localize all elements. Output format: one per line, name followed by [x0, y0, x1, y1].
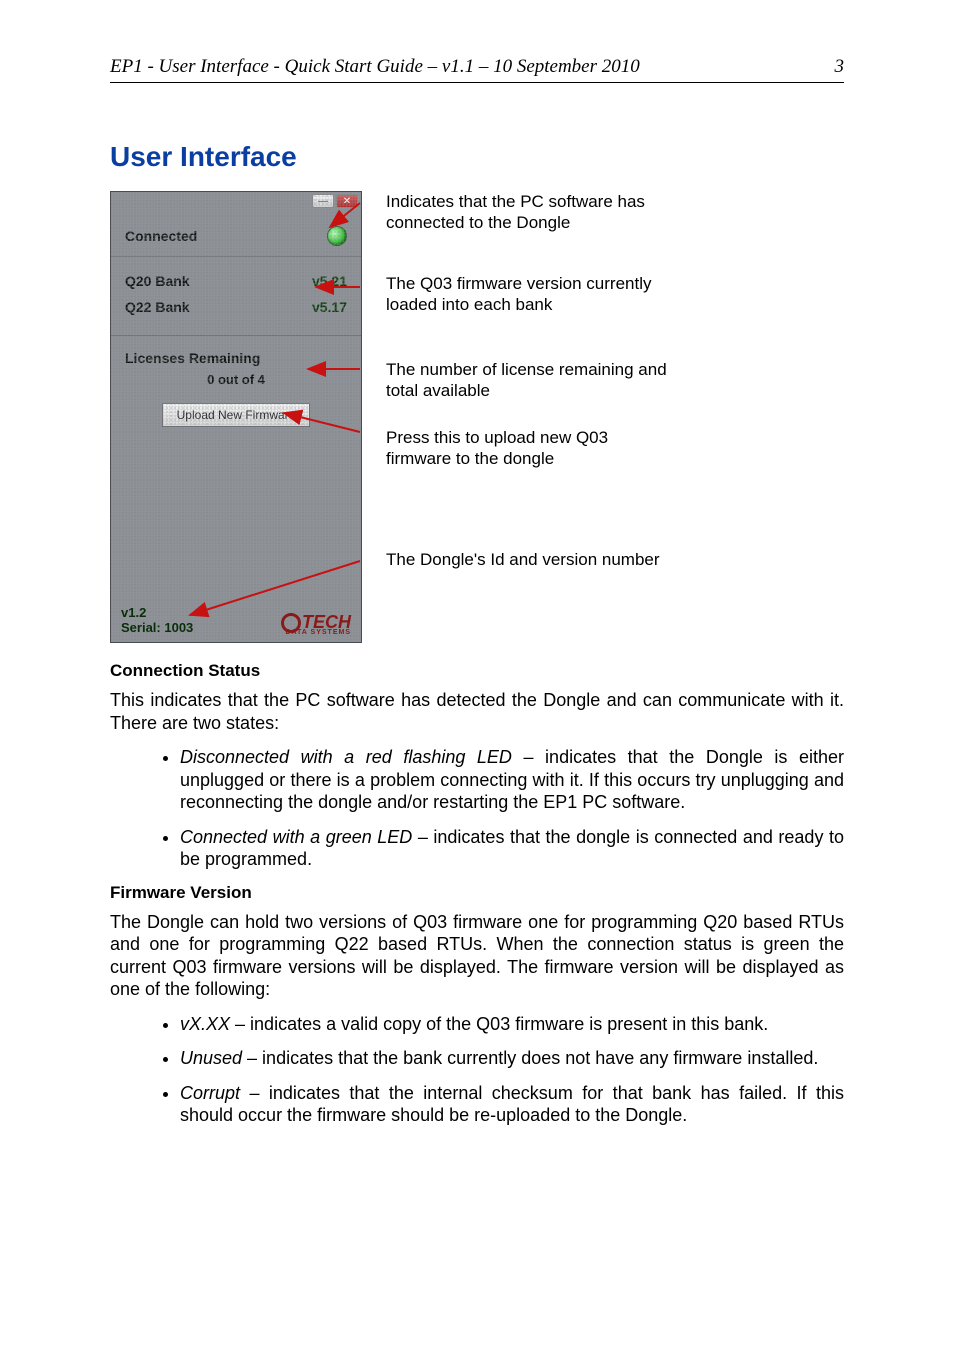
list-item-lead: vX.XX: [180, 1014, 230, 1034]
callout-connected: Indicates that the PC software has conne…: [386, 191, 676, 234]
list-item-lead: Corrupt: [180, 1083, 240, 1103]
logo-subtext: DATA SYSTEMS: [281, 629, 351, 636]
callout-upload: Press this to upload new Q03 firmware to…: [386, 427, 676, 470]
callout-version: The Q03 firmware version currently loade…: [386, 273, 676, 316]
header-left: EP1 - User Interface - Quick Start Guide…: [110, 56, 640, 78]
page-header: EP1 - User Interface - Quick Start Guide…: [110, 56, 844, 83]
ui-diagram: — ✕ Connected Q20 Bank v5.21 Q22 Bank v5…: [110, 191, 844, 643]
licenses-title: Licenses Remaining: [111, 336, 361, 372]
connection-status-row: Connected: [111, 210, 361, 257]
dongle-footer: v1.2 Serial: 1003: [121, 605, 193, 636]
section-title-firmware: Firmware Version: [110, 883, 844, 903]
list-item-rest: – indicates that the internal checksum f…: [180, 1083, 844, 1126]
callout-arrows: [360, 191, 390, 643]
window-titlebar: — ✕: [111, 192, 361, 210]
callout-footer: The Dongle's Id and version number: [386, 549, 660, 570]
bank-name: Q20 Bank: [125, 273, 190, 289]
bank-section: Q20 Bank v5.21 Q22 Bank v5.17: [111, 257, 361, 336]
page-title: User Interface: [110, 141, 844, 173]
dongle-version: v1.2: [121, 605, 146, 620]
list-item: Disconnected with a red flashing LED – i…: [180, 746, 844, 814]
list-item-lead: Unused: [180, 1048, 242, 1068]
list-item: Unused – indicates that the bank current…: [180, 1047, 844, 1070]
section-title-connection: Connection Status: [110, 661, 844, 681]
minimize-button[interactable]: —: [312, 194, 334, 208]
callouts-column: Indicates that the PC software has conne…: [386, 191, 844, 643]
paragraph: The Dongle can hold two versions of Q03 …: [110, 911, 844, 1001]
list-item: vX.XX – indicates a valid copy of the Q0…: [180, 1013, 844, 1036]
status-led-icon: [327, 226, 347, 246]
bank-name: Q22 Bank: [125, 299, 190, 315]
connection-status-label: Connected: [125, 228, 197, 244]
upload-firmware-button[interactable]: Upload New Firmware: [162, 403, 310, 427]
app-window: — ✕ Connected Q20 Bank v5.21 Q22 Bank v5…: [110, 191, 362, 643]
bank-row: Q22 Bank v5.17: [125, 299, 347, 315]
paragraph: This indicates that the PC software has …: [110, 689, 844, 734]
bullet-list: vX.XX – indicates a valid copy of the Q0…: [110, 1013, 844, 1127]
qtech-logo: TECH DATA SYSTEMS: [281, 612, 351, 636]
list-item-rest: – indicates a valid copy of the Q03 firm…: [230, 1014, 768, 1034]
list-item-lead: Disconnected with a red flashing LED: [180, 747, 512, 767]
callout-licenses: The number of license remaining and tota…: [386, 359, 676, 402]
list-item: Corrupt – indicates that the internal ch…: [180, 1082, 844, 1127]
header-page-number: 3: [835, 56, 845, 78]
list-item-rest: – indicates that the bank currently does…: [242, 1048, 818, 1068]
close-button[interactable]: ✕: [336, 194, 358, 208]
list-item-lead: Connected with a green LED: [180, 827, 412, 847]
list-item: Connected with a green LED – indicates t…: [180, 826, 844, 871]
bullet-list: Disconnected with a red flashing LED – i…: [110, 746, 844, 871]
dongle-serial: Serial: 1003: [121, 620, 193, 635]
bank-version: v5.17: [312, 299, 347, 315]
licenses-count: 0 out of 4: [111, 372, 361, 399]
bank-row: Q20 Bank v5.21: [125, 273, 347, 289]
